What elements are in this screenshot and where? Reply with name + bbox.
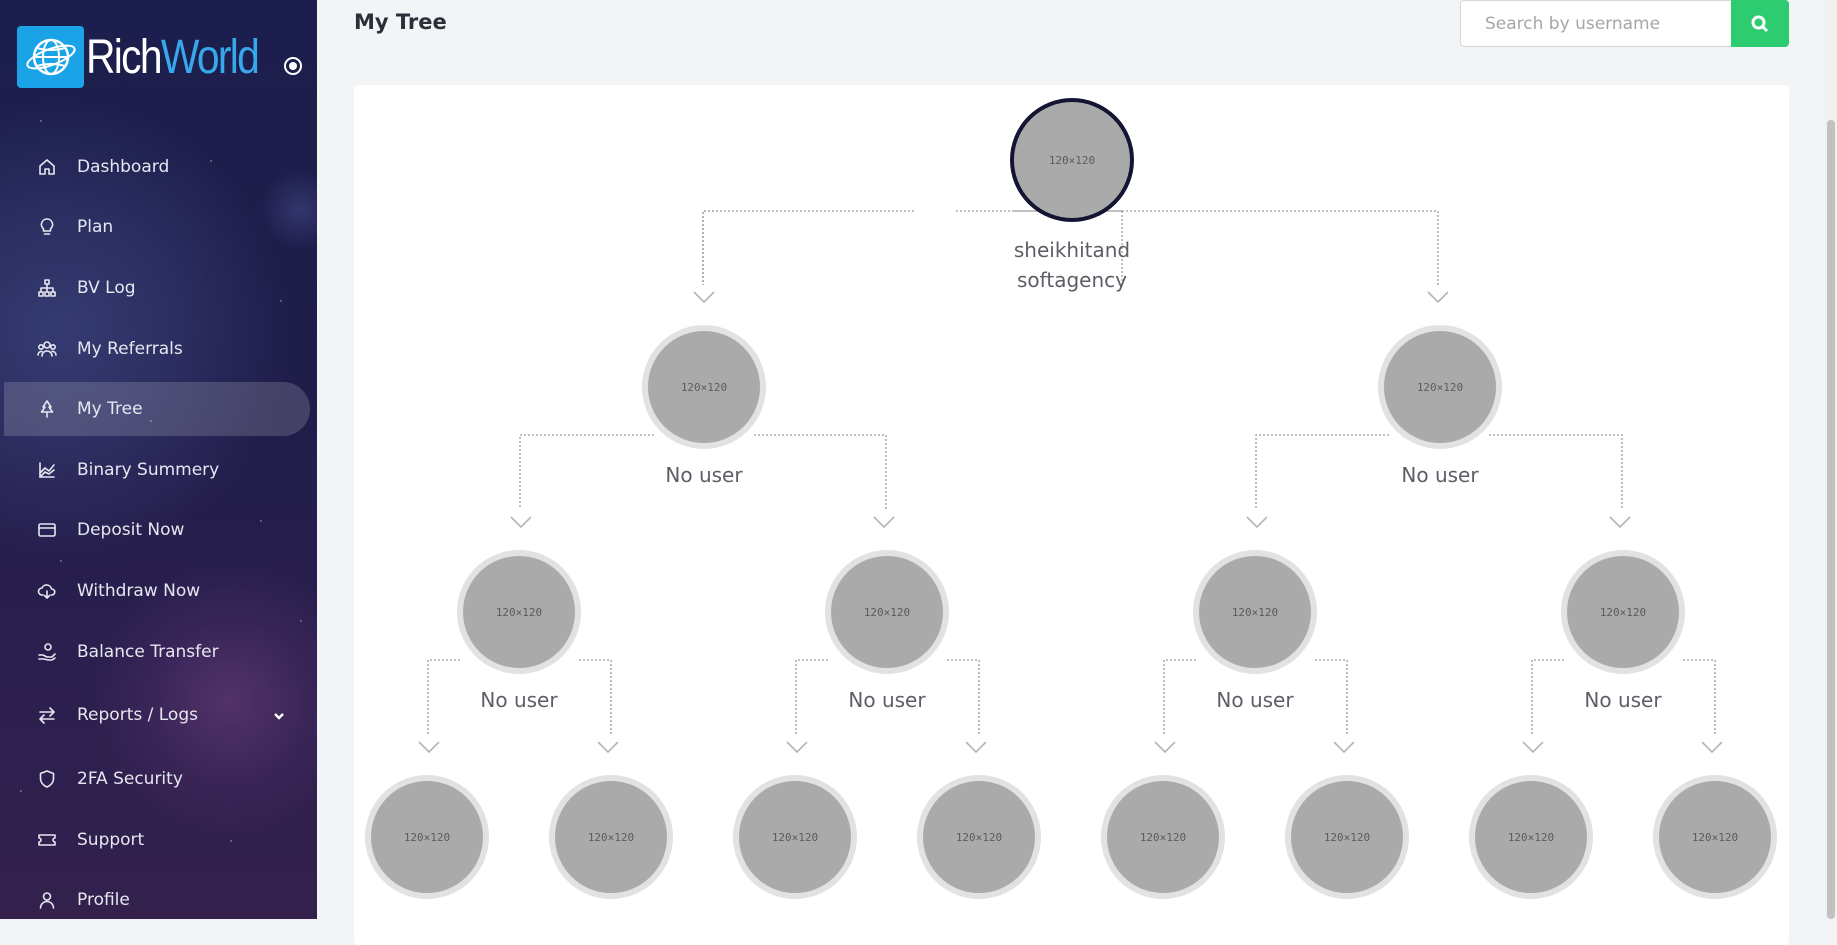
brand-name-part2: World xyxy=(160,30,260,84)
sidebar-item-label: 2FA Security xyxy=(77,769,183,789)
sidebar-item-deposit-now[interactable]: Deposit Now xyxy=(4,503,310,557)
avatar-placeholder: 120×120 xyxy=(1599,605,1647,619)
avatar-placeholder: 120×120 xyxy=(863,605,911,619)
sidebar-item-label: Withdraw Now xyxy=(77,581,201,601)
avatar-placeholder: 120×120 xyxy=(495,605,543,619)
sidebar-item-support[interactable]: Support xyxy=(4,813,310,867)
scrollbar-thumb[interactable] xyxy=(1827,120,1835,919)
tree-card: 120×120 sheikhitand softagency 120×120 N… xyxy=(354,85,1789,945)
avatar-placeholder: 120×120 xyxy=(403,830,451,844)
tree-node-level3[interactable]: 120×120 xyxy=(1653,775,1777,899)
search-icon xyxy=(1751,15,1769,32)
page-title: My Tree xyxy=(354,10,447,34)
card-icon xyxy=(36,519,58,541)
arrows-exchange-icon xyxy=(36,704,58,726)
tree-node-label: No user xyxy=(1584,688,1662,712)
sidebar-item-label: My Tree xyxy=(77,399,143,419)
cloud-download-icon xyxy=(36,580,58,602)
brand-name: RichWorld xyxy=(86,30,260,85)
search-form xyxy=(1460,0,1789,47)
tree-node-level2[interactable]: 120×120 xyxy=(1193,550,1317,674)
tree-node-label: No user xyxy=(1401,463,1479,487)
tree-node-level2[interactable]: 120×120 xyxy=(825,550,949,674)
avatar-placeholder: 120×120 xyxy=(1048,153,1096,167)
sidebar-item-label: Reports / Logs xyxy=(77,705,198,725)
avatar-placeholder: 120×120 xyxy=(680,380,728,394)
sidebar-item-balance-transfer[interactable]: Balance Transfer xyxy=(4,625,310,679)
user-icon xyxy=(36,889,58,911)
tree-node-level3[interactable]: 120×120 xyxy=(733,775,857,899)
users-icon xyxy=(36,338,58,360)
sidebar-item-label: Plan xyxy=(77,217,114,237)
sidebar-item-label: Support xyxy=(77,830,145,850)
tree-node-root[interactable]: 120×120 xyxy=(1010,98,1134,222)
avatar-placeholder: 120×120 xyxy=(1416,380,1464,394)
tree-node-label: No user xyxy=(480,688,558,712)
sidebar-item-label: BV Log xyxy=(77,278,136,298)
search-input[interactable] xyxy=(1460,0,1731,47)
sidebar-item-binary-summery[interactable]: Binary Summery xyxy=(4,443,310,497)
sidebar-item-label: Dashboard xyxy=(77,157,170,177)
tree-node-label: No user xyxy=(665,463,743,487)
tree-icon xyxy=(36,398,58,420)
sidebar-toggle-icon[interactable] xyxy=(284,57,302,75)
tree-node-level2[interactable]: 120×120 xyxy=(457,550,581,674)
sidebar-item-my-tree[interactable]: My Tree xyxy=(4,382,310,436)
sidebar-item-profile[interactable]: Profile xyxy=(4,873,310,919)
sidebar: RichWorld Dashboard Plan BV Log My Refer… xyxy=(0,0,317,919)
sidebar-item-label: Binary Summery xyxy=(77,460,220,480)
home-icon xyxy=(36,156,58,178)
search-button[interactable] xyxy=(1731,0,1789,47)
sidebar-item-label: Balance Transfer xyxy=(77,642,219,662)
brand-name-part1: Rich xyxy=(86,30,163,84)
tree-node-level3[interactable]: 120×120 xyxy=(1101,775,1225,899)
root-username-line2: softagency xyxy=(1017,268,1127,292)
tree-node-root-label: sheikhitand softagency xyxy=(972,235,1172,295)
lightbulb-icon xyxy=(36,216,58,238)
sitemap-icon xyxy=(36,277,58,299)
sidebar-item-label: Profile xyxy=(77,890,130,910)
tree-node-level1-right[interactable]: 120×120 xyxy=(1378,325,1502,449)
avatar-placeholder: 120×120 xyxy=(1507,830,1555,844)
tree-node-level3[interactable]: 120×120 xyxy=(1285,775,1409,899)
tree-node-level2[interactable]: 120×120 xyxy=(1561,550,1685,674)
globe-icon xyxy=(17,26,84,88)
hand-coin-icon xyxy=(36,641,58,663)
chevron-down-icon xyxy=(272,708,286,722)
tree-node-label: No user xyxy=(848,688,926,712)
sidebar-item-2fa-security[interactable]: 2FA Security xyxy=(4,752,310,806)
sidebar-item-plan[interactable]: Plan xyxy=(4,200,310,254)
tree-node-level3[interactable]: 120×120 xyxy=(1469,775,1593,899)
root-username-line1: sheikhitand xyxy=(1013,238,1131,262)
avatar-placeholder: 120×120 xyxy=(771,830,819,844)
brand-logo[interactable]: RichWorld xyxy=(17,26,289,88)
tree-node-level1-left[interactable]: 120×120 xyxy=(642,325,766,449)
sidebar-item-my-referrals[interactable]: My Referrals xyxy=(4,322,310,376)
sidebar-item-label: My Referrals xyxy=(77,339,183,359)
shield-icon xyxy=(36,768,58,790)
sidebar-item-label: Deposit Now xyxy=(77,520,185,540)
avatar-placeholder: 120×120 xyxy=(1139,830,1187,844)
tree-node-label: No user xyxy=(1216,688,1294,712)
tree-node-level3[interactable]: 120×120 xyxy=(365,775,489,899)
avatar-placeholder: 120×120 xyxy=(1691,830,1739,844)
avatar-placeholder: 120×120 xyxy=(1231,605,1279,619)
sidebar-item-bv-log[interactable]: BV Log xyxy=(4,261,310,315)
tree-node-level3[interactable]: 120×120 xyxy=(549,775,673,899)
sidebar-item-withdraw-now[interactable]: Withdraw Now xyxy=(4,564,310,618)
avatar-placeholder: 120×120 xyxy=(955,830,1003,844)
chart-icon xyxy=(36,459,58,481)
avatar-placeholder: 120×120 xyxy=(1323,830,1371,844)
sidebar-item-dashboard[interactable]: Dashboard xyxy=(4,140,310,194)
sidebar-item-reports-logs[interactable]: Reports / Logs xyxy=(4,688,310,742)
avatar-placeholder: 120×120 xyxy=(587,830,635,844)
ticket-icon xyxy=(36,829,58,851)
tree-node-level3[interactable]: 120×120 xyxy=(917,775,1041,899)
